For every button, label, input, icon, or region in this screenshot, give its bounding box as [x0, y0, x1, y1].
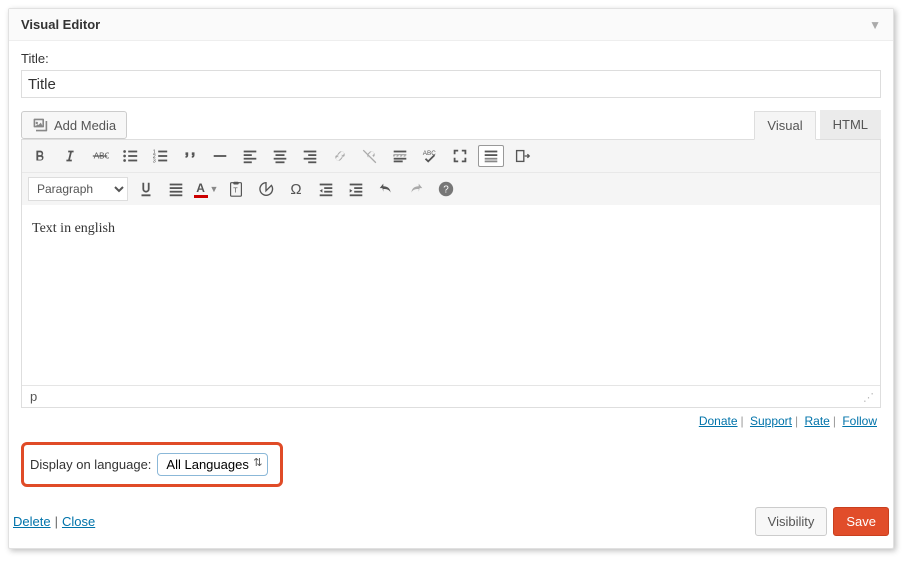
title-input[interactable]: [21, 70, 881, 98]
media-icon: [32, 117, 48, 133]
svg-text:3: 3: [153, 158, 156, 164]
editor-status-bar: p ⋰: [22, 385, 880, 407]
paste-text-icon[interactable]: T: [224, 177, 248, 201]
visibility-button[interactable]: Visibility: [755, 507, 828, 536]
title-label: Title:: [21, 51, 881, 66]
text-color-icon[interactable]: A▼: [194, 177, 218, 201]
align-center-icon[interactable]: [268, 144, 292, 168]
rate-link[interactable]: Rate: [804, 414, 829, 428]
editor-wrap: ABC 123 ABC Paragraph: [21, 139, 881, 408]
help-icon[interactable]: ?: [434, 177, 458, 201]
toolbar-row-1: ABC 123 ABC: [22, 140, 880, 173]
hr-icon[interactable]: [208, 144, 232, 168]
save-button[interactable]: Save: [833, 507, 889, 536]
language-label: Display on language:: [30, 457, 151, 472]
toolbar-row-2: Paragraph A▼ T Ω ?: [22, 173, 880, 205]
collapse-toggle-icon[interactable]: ▼: [869, 18, 881, 32]
strikethrough-icon[interactable]: ABC: [88, 144, 112, 168]
align-justify-icon[interactable]: [164, 177, 188, 201]
element-path: p: [30, 389, 37, 404]
delete-link[interactable]: Delete: [13, 514, 51, 529]
editor-content-area[interactable]: Text in english: [22, 205, 880, 385]
language-row-highlight: Display on language: All Languages: [21, 442, 283, 487]
fullscreen-icon[interactable]: [448, 144, 472, 168]
ordered-list-icon[interactable]: 123: [148, 144, 172, 168]
link-icon[interactable]: [328, 144, 352, 168]
action-buttons: Visibility Save: [755, 507, 889, 536]
panel-title: Visual Editor: [21, 17, 100, 32]
tab-html[interactable]: HTML: [820, 110, 881, 139]
svg-text:T: T: [233, 186, 238, 195]
format-select[interactable]: Paragraph: [28, 177, 128, 201]
more-icon[interactable]: [388, 144, 412, 168]
kitchen-sink-icon[interactable]: [478, 145, 504, 167]
add-media-button[interactable]: Add Media: [21, 111, 127, 139]
add-media-label: Add Media: [54, 118, 116, 133]
redo-icon[interactable]: [404, 177, 428, 201]
unlink-icon[interactable]: [358, 144, 382, 168]
underline-icon[interactable]: [134, 177, 158, 201]
language-select[interactable]: All Languages: [157, 453, 268, 476]
media-tab-row: Add Media Visual HTML: [21, 110, 881, 139]
italic-icon[interactable]: [58, 144, 82, 168]
footer-links: Donate| Support| Rate| Follow: [21, 414, 877, 428]
blockquote-icon[interactable]: [178, 144, 202, 168]
close-link[interactable]: Close: [62, 514, 95, 529]
support-link[interactable]: Support: [750, 414, 792, 428]
export-icon[interactable]: [510, 144, 534, 168]
follow-link[interactable]: Follow: [842, 414, 877, 428]
special-char-icon[interactable]: Ω: [284, 177, 308, 201]
clear-formatting-icon[interactable]: [254, 177, 278, 201]
donate-link[interactable]: Donate: [699, 414, 738, 428]
bottom-row: Delete|Close Visibility Save: [9, 507, 893, 548]
spellcheck-icon[interactable]: ABC: [418, 144, 442, 168]
undo-icon[interactable]: [374, 177, 398, 201]
panel-header: Visual Editor ▼: [9, 9, 893, 41]
svg-text:?: ?: [443, 185, 449, 196]
align-right-icon[interactable]: [298, 144, 322, 168]
tab-visual[interactable]: Visual: [754, 111, 815, 140]
panel-body: Title: Add Media Visual HTML ABC 123: [9, 41, 893, 499]
outdent-icon[interactable]: [314, 177, 338, 201]
resize-handle-icon[interactable]: ⋰: [863, 391, 872, 404]
align-left-icon[interactable]: [238, 144, 262, 168]
editor-tabs: Visual HTML: [754, 110, 881, 139]
delete-close-links: Delete|Close: [13, 514, 95, 529]
unordered-list-icon[interactable]: [118, 144, 142, 168]
visual-editor-panel: Visual Editor ▼ Title: Add Media Visual …: [8, 8, 894, 549]
indent-icon[interactable]: [344, 177, 368, 201]
bold-icon[interactable]: [28, 144, 52, 168]
